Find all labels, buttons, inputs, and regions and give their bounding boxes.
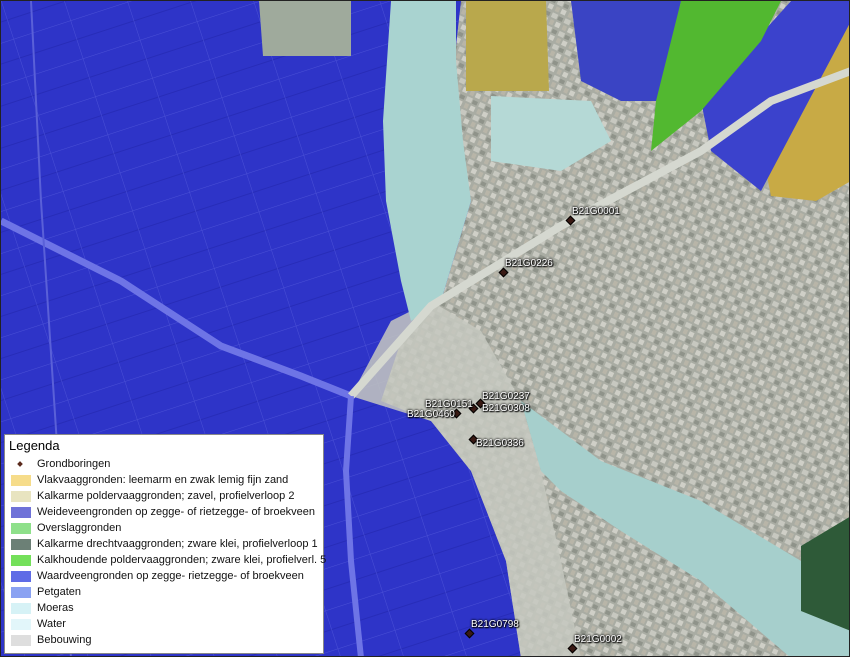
legend-item-label: Waardveengronden op zegge- rietzegge- of… [37,570,304,582]
legend-item-label: Weideveengronden op zegge- of rietzegge-… [37,506,316,518]
legend-item-label: Overslaggronden [37,522,122,534]
borehole-label: B21G0226 [505,258,553,269]
legend-title: Legenda [9,438,60,453]
legend-swatch [11,570,31,582]
diamond-marker-icon [11,459,31,470]
legend-swatch [11,506,31,518]
legend-item: Moeras [11,600,74,616]
legend-item-label: Water [37,618,66,630]
legend-item-label: Kalkhoudende poldervaaggronden; zware kl… [37,554,327,566]
legend-item-label: Petgaten [37,586,82,598]
map-legend: Legenda Grondboringen Vlakvaaggronden: l… [4,434,326,654]
borehole-label: B21G0336 [476,438,524,449]
legend-item: Overslaggronden [11,520,121,536]
legend-item: Kalkarme drechtvaaggronden; zware klei, … [11,536,318,552]
borehole-label: B21G0237 [482,391,530,402]
legend-item-label: Kalkarme poldervaaggronden; zavel, profi… [37,490,295,502]
legend-item: Petgaten [11,584,81,600]
legend-swatch [11,586,31,598]
legend-item: Grondboringen [11,456,110,472]
legend-item: Vlakvaaggronden: leemarm en zwak lemig f… [11,472,288,488]
legend-swatch [11,538,31,550]
legend-swatch [11,554,31,566]
legend-swatch [11,474,31,486]
legend-item: Bebouwing [11,632,91,648]
borehole-label: B21G0001 [572,206,620,217]
borehole-label: B21G0002 [574,634,622,645]
legend-swatch [11,618,31,630]
legend-swatch [11,634,31,646]
legend-swatch [11,490,31,502]
legend-item: Water [11,616,66,632]
gray-area-nw [259,1,351,56]
legend-item: Waardveengronden op zegge- rietzegge- of… [11,568,304,584]
legend-item-label: Kalkarme drechtvaaggronden; zware klei, … [37,538,318,550]
legend-item: Weideveengronden op zegge- of rietzegge-… [11,504,315,520]
sand-area-north [466,1,549,91]
borehole-label: B21G0308 [482,403,530,414]
borehole-label: B21G0798 [471,619,519,630]
legend-item: Kalkarme poldervaaggronden; zavel, profi… [11,488,294,504]
legend-swatch [11,522,31,534]
legend-item-label: Vlakvaaggronden: leemarm en zwak lemig f… [37,474,289,486]
soil-map[interactable]: B21G0001 B21G0226 B21G0237 B21G0151 B21G… [0,0,850,657]
legend-item: Kalkhoudende poldervaaggronden; zware kl… [11,552,326,568]
legend-swatch [11,602,31,614]
legend-item-label: Grondboringen [37,458,111,470]
legend-item-label: Bebouwing [37,634,92,646]
borehole-label: B21G0460 [407,409,455,420]
legend-item-label: Moeras [37,602,74,614]
